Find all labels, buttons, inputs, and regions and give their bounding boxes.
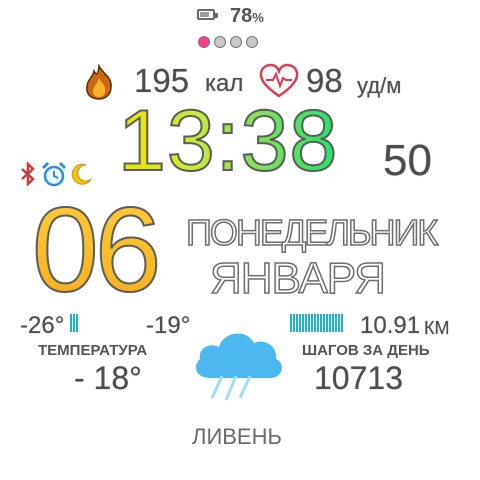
steps-progress-segment	[323, 314, 325, 332]
page-dot-1[interactable]	[198, 36, 210, 48]
steps-progress-bar	[290, 314, 346, 332]
battery-icon	[197, 9, 218, 20]
weather-condition: ЛИВЕНЬ	[192, 424, 282, 449]
flame-icon	[82, 63, 116, 105]
heart-rate-unit: уд/м	[357, 73, 402, 98]
steps-progress-segment	[332, 314, 334, 332]
steps-progress-segment	[326, 314, 328, 332]
steps-progress-segment	[320, 314, 322, 332]
date-day: 06	[31, 183, 163, 317]
time-minutes-value: 38	[240, 93, 339, 189]
steps-progress-segment	[311, 314, 313, 332]
steps-progress-segment	[299, 314, 301, 332]
rain-cloud-icon	[188, 318, 288, 413]
temperature-current: - 18°	[74, 360, 142, 396]
steps-progress-segment	[305, 314, 307, 332]
steps-progress-segment	[296, 314, 298, 332]
time-seconds: 50	[383, 136, 432, 185]
steps-progress-segment	[338, 314, 340, 332]
steps-progress-segment	[314, 314, 316, 332]
steps-progress-segment	[335, 314, 337, 332]
date-month: ЯНВАРЯ	[209, 253, 386, 304]
date-weekday: ПОНЕДЕЛЬНИК	[185, 211, 439, 254]
distance-unit: КМ	[424, 318, 450, 338]
page-dot-2[interactable]	[214, 36, 226, 48]
page-dot-4[interactable]	[246, 36, 258, 48]
steps-progress-segment	[341, 314, 343, 332]
steps-progress-segment	[317, 314, 319, 332]
temperature-label: ТЕМПЕРАТУРА	[38, 342, 148, 359]
temperature-bar-segment	[76, 314, 78, 332]
battery-percent-value: 78	[230, 5, 253, 27]
page-dot-3[interactable]	[230, 36, 242, 48]
battery-percent-sign: %	[252, 10, 264, 25]
distance-value: 10.91	[360, 312, 421, 339]
temperature-high: -19°	[146, 312, 191, 339]
temperature-bar-icon	[70, 314, 80, 332]
steps-progress-segment	[329, 314, 331, 332]
time-hours-value: 13	[117, 93, 216, 189]
time-hours: 13:38	[117, 97, 338, 185]
steps-progress-segment	[290, 314, 292, 332]
time-separator: :	[215, 93, 241, 189]
steps-label: ШАГОВ ЗА ДЕНЬ	[302, 342, 430, 359]
steps-progress-segment	[302, 314, 304, 332]
temperature-bar-segment	[73, 314, 75, 332]
temperature-bar-segment	[70, 314, 72, 332]
temperature-low: -26°	[20, 312, 65, 339]
steps-value: 10713	[314, 360, 403, 396]
battery-percent: 78%	[230, 5, 264, 28]
steps-progress-segment	[308, 314, 310, 332]
steps-progress-segment	[293, 314, 295, 332]
